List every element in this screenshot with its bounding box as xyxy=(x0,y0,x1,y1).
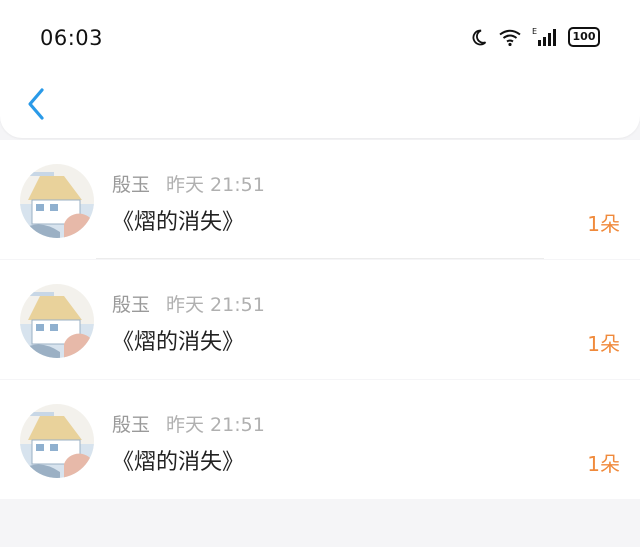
house-illustration-avatar-icon xyxy=(20,164,94,238)
moon-icon xyxy=(472,29,487,46)
back-button[interactable] xyxy=(22,84,52,124)
divider xyxy=(96,258,544,259)
list-item[interactable]: 殷玉 昨天 21:51 《熠的消失》 1朵 xyxy=(0,380,640,499)
item-meta: 殷玉 昨天 21:51 xyxy=(112,410,265,437)
avatar[interactable] xyxy=(20,284,94,358)
work-title[interactable]: 《熠的消失》 xyxy=(112,444,244,476)
work-title[interactable]: 《熠的消失》 xyxy=(112,204,244,236)
list-item[interactable]: 殷玉 昨天 21:51 《熠的消失》 1朵 xyxy=(0,140,640,259)
work-title[interactable]: 《熠的消失》 xyxy=(112,324,244,356)
chevron-left-icon xyxy=(28,88,44,120)
house-illustration-avatar-icon xyxy=(20,284,94,358)
svg-text:E: E xyxy=(532,27,537,36)
flower-count: 1朵 xyxy=(587,212,620,236)
avatar[interactable] xyxy=(20,404,94,478)
flower-record-list: 殷玉 昨天 21:51 《熠的消失》 1朵 殷玉 昨天 21:51 《熠的消失》 1… xyxy=(0,140,640,500)
sender-name: 殷玉 xyxy=(112,174,151,196)
flower-count: 1朵 xyxy=(587,452,620,476)
sender-name: 殷玉 xyxy=(112,414,151,436)
item-meta: 殷玉 昨天 21:51 xyxy=(112,170,265,197)
sent-time: 昨天 21:51 xyxy=(166,294,265,316)
top-header: 06:03 E 100 xyxy=(0,0,640,138)
flower-count: 1朵 xyxy=(587,332,620,356)
signal-icon: E xyxy=(532,27,556,46)
battery-icon: 100 xyxy=(568,27,600,47)
sent-time: 昨天 21:51 xyxy=(166,414,265,436)
list-item[interactable]: 殷玉 昨天 21:51 《熠的消失》 1朵 xyxy=(0,260,640,379)
house-illustration-avatar-icon xyxy=(20,404,94,478)
wifi-icon xyxy=(499,29,521,46)
sent-time: 昨天 21:51 xyxy=(166,174,265,196)
item-meta: 殷玉 昨天 21:51 xyxy=(112,290,265,317)
sender-name: 殷玉 xyxy=(112,294,151,316)
avatar[interactable] xyxy=(20,164,94,238)
status-icons: E 100 xyxy=(470,27,600,47)
status-time: 06:03 xyxy=(40,26,104,50)
